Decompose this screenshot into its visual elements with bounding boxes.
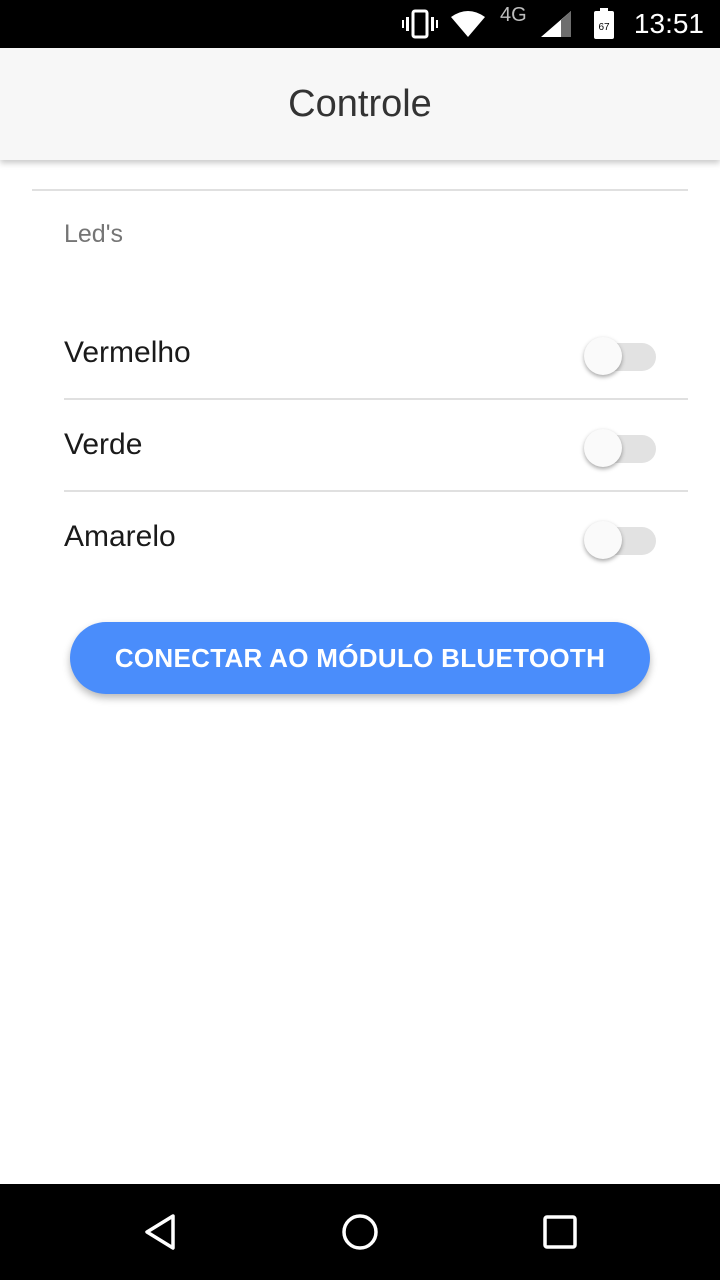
divider <box>32 189 688 191</box>
app-bar: Controle <box>0 48 720 160</box>
switch-thumb <box>584 337 622 375</box>
battery-icon: 67 <box>590 0 618 48</box>
led-toggle-verde[interactable] <box>584 427 656 467</box>
network-type-label: 4G <box>500 4 527 26</box>
home-icon[interactable] <box>336 1208 384 1256</box>
navigation-bar <box>0 1184 720 1280</box>
led-toggle-amarelo[interactable] <box>584 519 656 559</box>
switch-thumb <box>584 521 622 559</box>
led-row-amarelo: Amarelo <box>64 492 688 582</box>
vibrate-icon <box>400 0 440 48</box>
status-bar: 4G 67 13:51 <box>0 0 720 48</box>
page-title: Controle <box>288 82 432 125</box>
led-row-vermelho: Vermelho <box>64 308 688 400</box>
led-row-verde: Verde <box>64 400 688 492</box>
led-label: Verde <box>64 428 143 461</box>
phone-screen: 4G 67 13:51 Controle Led's Vermelho Verd… <box>0 0 720 1280</box>
battery-level-text: 67 <box>598 22 610 33</box>
wifi-icon <box>448 0 488 48</box>
recents-icon[interactable] <box>536 1208 584 1256</box>
back-icon[interactable] <box>136 1208 184 1256</box>
switch-thumb <box>584 429 622 467</box>
clock: 13:51 <box>633 8 704 39</box>
led-label: Vermelho <box>64 336 191 369</box>
led-toggle-vermelho[interactable] <box>584 335 656 375</box>
signal-icon <box>538 0 574 48</box>
led-list: Vermelho Verde Amarelo <box>64 308 688 582</box>
led-label: Amarelo <box>64 520 176 553</box>
section-header-leds: Led's <box>64 220 123 248</box>
connect-bluetooth-button[interactable]: CONECTAR AO MÓDULO BLUETOOTH <box>70 622 650 694</box>
